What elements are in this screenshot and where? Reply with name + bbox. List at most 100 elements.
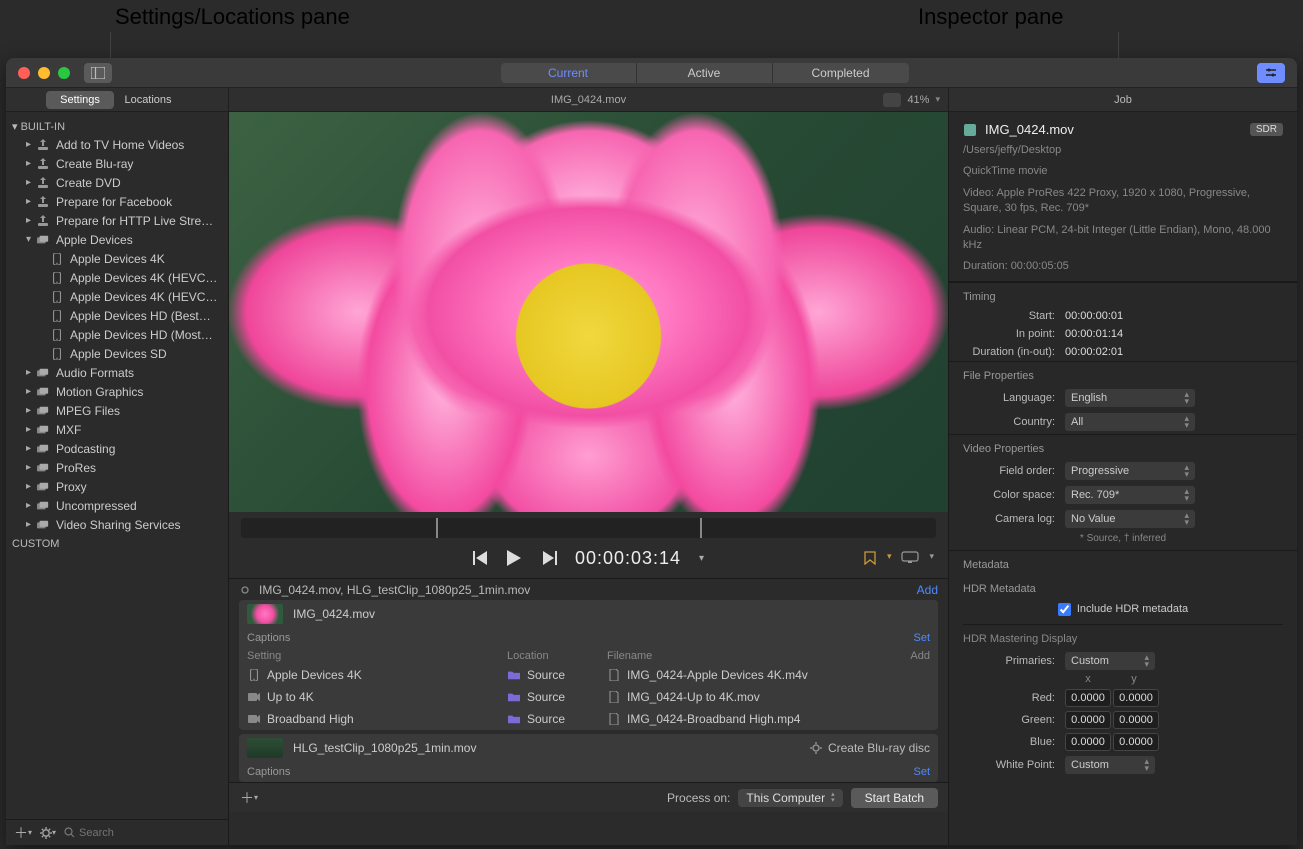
builtin-header[interactable]: ▾ BUILT-IN	[6, 116, 228, 135]
sidebar-item-label: ProRes	[56, 461, 96, 475]
job-1[interactable]: IMG_0424.mov Captions Set Setting Locati…	[239, 600, 938, 730]
job-thumbnail	[247, 604, 283, 624]
sidebar-item[interactable]: ▸Create Blu-ray	[6, 154, 228, 173]
sidebar-item[interactable]: ▸Podcasting	[6, 439, 228, 458]
sidebar-item[interactable]: Apple Devices 4K	[6, 249, 228, 268]
tab-completed[interactable]: Completed	[773, 63, 909, 83]
sidebar-item[interactable]: Apple Devices HD (Best…	[6, 306, 228, 325]
device-preset-icon	[50, 309, 64, 323]
country-select[interactable]: All▴▾	[1065, 413, 1195, 431]
sidebar-item[interactable]: ▸Create DVD	[6, 173, 228, 192]
zoom-level[interactable]: 41%	[907, 94, 929, 106]
add-preset-button[interactable]: ＋▾	[14, 825, 32, 841]
sidebar-item[interactable]: ▸MXF	[6, 420, 228, 439]
toggle-inspector-button[interactable]	[1257, 63, 1285, 83]
sidebar-item[interactable]: ▾Apple Devices	[6, 230, 228, 249]
sidebar-item[interactable]: Apple Devices 4K (HEVC…	[6, 287, 228, 306]
section-hdr-metadata: HDR Metadata	[949, 575, 1297, 599]
include-hdr-checkbox[interactable]	[1058, 603, 1071, 616]
captions-set-button[interactable]: Set	[913, 632, 930, 644]
tab-current[interactable]: Current	[501, 63, 637, 83]
add-output-button[interactable]: Add	[910, 650, 930, 662]
sidebar-item-label: Add to TV Home Videos	[56, 138, 184, 152]
comparison-view-button[interactable]	[883, 93, 901, 107]
tab-locations[interactable]: Locations	[114, 91, 182, 109]
device-icon	[247, 668, 261, 682]
timecode-display[interactable]: 00:00:03:14	[575, 548, 681, 569]
job-action[interactable]: Create Blu-ray disc	[810, 741, 930, 755]
custom-header[interactable]: CUSTOM	[6, 534, 228, 552]
zoom-window-icon[interactable]	[58, 67, 70, 79]
job-2[interactable]: HLG_testClip_1080p25_1min.mov Create Blu…	[239, 734, 938, 782]
camera-log-select[interactable]: No Value▴▾	[1065, 510, 1195, 528]
close-window-icon[interactable]	[18, 67, 30, 79]
sidebar-item[interactable]: ▸Uncompressed	[6, 496, 228, 515]
sidebar-item[interactable]: ▸ProRes	[6, 458, 228, 477]
display-options-button[interactable]	[901, 551, 919, 563]
chevron-down-icon[interactable]: ▾	[887, 551, 892, 566]
sidebar-item[interactable]: ▸Audio Formats	[6, 363, 228, 382]
blue-x-input[interactable]: 0.0000	[1065, 733, 1111, 751]
primaries-select[interactable]: Custom▴▾	[1065, 652, 1155, 670]
output-row[interactable]: Broadband HighSourceIMG_0424-Broadband H…	[239, 708, 938, 730]
toggle-sidebar-button[interactable]	[84, 63, 112, 83]
sidebar-item[interactable]: ▸Prepare for Facebook	[6, 192, 228, 211]
add-source-button[interactable]: Add	[917, 583, 938, 597]
sidebar-item[interactable]: ▸Add to TV Home Videos	[6, 135, 228, 154]
start-batch-button[interactable]: Start Batch	[851, 788, 938, 808]
red-x-input[interactable]: 0.0000	[1065, 689, 1111, 707]
language-select[interactable]: English▴▾	[1065, 389, 1195, 407]
whitepoint-select[interactable]: Custom▴▾	[1065, 756, 1155, 774]
next-frame-button[interactable]	[541, 551, 557, 565]
sidebar-item[interactable]: Apple Devices HD (Most…	[6, 325, 228, 344]
prev-frame-button[interactable]	[473, 551, 489, 565]
start-value[interactable]: 00:00:00:01	[1065, 310, 1123, 322]
in-point-marker[interactable]	[436, 518, 438, 538]
sidebar-item-label: Motion Graphics	[56, 385, 143, 399]
sidebar-item[interactable]: Apple Devices SD	[6, 344, 228, 363]
tab-settings[interactable]: Settings	[46, 91, 114, 109]
sidebar-item[interactable]: ▸Motion Graphics	[6, 382, 228, 401]
window-controls	[18, 67, 70, 79]
green-x-input[interactable]: 0.0000	[1065, 711, 1111, 729]
preview-area[interactable]	[229, 112, 948, 512]
tab-active[interactable]: Active	[637, 63, 773, 83]
red-y-input[interactable]: 0.0000	[1113, 689, 1159, 707]
sidebar-item[interactable]: ▸Video Sharing Services	[6, 515, 228, 534]
captions-label: Captions	[247, 766, 290, 778]
inpoint-value[interactable]: 00:00:01:14	[1065, 328, 1123, 340]
video-icon	[247, 690, 261, 704]
sidebar-item[interactable]: Apple Devices 4K (HEVC…	[6, 268, 228, 287]
duration-value[interactable]: 00:00:02:01	[1065, 346, 1123, 358]
duration-summary: Duration: 00:00:05:05	[963, 259, 1283, 274]
chevron-down-icon[interactable]: ▾	[935, 94, 940, 105]
field-order-select[interactable]: Progressive▴▾	[1065, 462, 1195, 480]
y-header: y	[1111, 673, 1157, 685]
color-space-select[interactable]: Rec. 709*▴▾	[1065, 486, 1195, 504]
action-menu-button[interactable]: ▾	[40, 825, 56, 841]
timeline-scrubber[interactable]	[241, 518, 936, 538]
titlebar: Current Active Completed	[6, 58, 1297, 88]
marker-button[interactable]	[863, 551, 877, 565]
captions-set-button[interactable]: Set	[913, 766, 930, 778]
sidebar-item[interactable]: ▸Proxy	[6, 477, 228, 496]
inspector-filename: IMG_0424.mov	[985, 122, 1074, 137]
out-point-marker[interactable]	[700, 518, 702, 538]
add-job-button[interactable]: ＋▾	[239, 790, 259, 806]
chevron-down-icon[interactable]: ▾	[929, 551, 934, 566]
inspector-tab-job[interactable]: Job	[1114, 94, 1132, 106]
search-input[interactable]	[79, 827, 221, 839]
inspector-summary: IMG_0424.mov SDR /Users/jeffy/Desktop Qu…	[949, 112, 1297, 282]
sidebar-item[interactable]: ▸MPEG Files	[6, 401, 228, 420]
search-field[interactable]	[64, 827, 221, 839]
timecode-menu-icon[interactable]: ▾	[699, 553, 704, 564]
output-row[interactable]: Up to 4KSourceIMG_0424-Up to 4K.mov	[239, 686, 938, 708]
output-row[interactable]: Apple Devices 4KSourceIMG_0424-Apple Dev…	[239, 664, 938, 686]
blue-y-input[interactable]: 0.0000	[1113, 733, 1159, 751]
green-y-input[interactable]: 0.0000	[1113, 711, 1159, 729]
minimize-window-icon[interactable]	[38, 67, 50, 79]
process-on-select[interactable]: This Computer▴▾	[738, 789, 842, 807]
sidebar-item[interactable]: ▸Prepare for HTTP Live Stre…	[6, 211, 228, 230]
play-button[interactable]	[507, 550, 523, 566]
device-preset-icon	[50, 252, 64, 266]
